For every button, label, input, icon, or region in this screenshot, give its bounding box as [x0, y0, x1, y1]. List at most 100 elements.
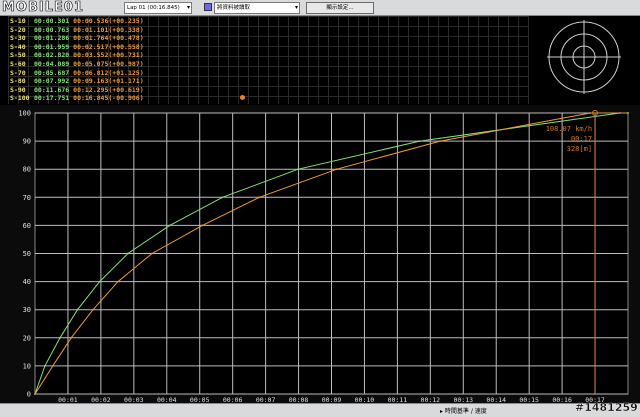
x-tick-label: 00:04	[157, 396, 177, 403]
cursor-readout: 328[m]	[567, 145, 592, 153]
sector-label: S-70	[10, 68, 26, 77]
series-point	[221, 196, 224, 199]
series-point	[76, 308, 79, 311]
cursor-readout: 00:17	[571, 135, 592, 143]
series-point	[418, 140, 421, 142]
sector-delta: (+00.731)	[108, 51, 144, 60]
sector-time-a: 00:17.751	[34, 94, 70, 103]
y-tick-labels: 0 10 20 30 40 50 60 70 80 90 100	[18, 110, 31, 399]
series-point	[439, 140, 442, 142]
sector-time-a: 00:02.820	[34, 51, 70, 60]
lap-select[interactable]: Lap 01 (00:16.845) ▾	[124, 2, 192, 14]
x-tick-label: 00:11	[388, 396, 408, 403]
sector-time-b: 00:03.552	[73, 51, 109, 60]
y-tick-label: 70	[23, 194, 31, 202]
sector-label: S-30	[10, 34, 26, 43]
sector-label: S-20	[10, 25, 26, 34]
sector-time-a: 00:00.763	[34, 25, 70, 34]
mobile01-logo: MOBILE01	[2, 0, 84, 15]
sector-label: S-80	[10, 77, 26, 86]
y-tick-label: 60	[23, 222, 31, 230]
sector-time-b: 00:01.764	[73, 34, 109, 43]
sector-label: S-50	[10, 51, 26, 60]
sector-row: S-100 00:17.751 00:16.845(-00.906)	[10, 94, 144, 103]
data-select[interactable]: 將資料被讀取 ▾	[214, 2, 300, 14]
sector-time-b: 00:09.163	[73, 77, 109, 86]
sector-row: S-10 00:00.301 00:00.536(+00.235)	[10, 17, 144, 26]
y-tick-label: 90	[23, 138, 31, 146]
gps-crosshair-icon	[547, 20, 621, 94]
y-tick-label: 40	[23, 278, 31, 286]
sector-row: S-70 00:05.687 00:06.812(+01.125)	[10, 69, 144, 78]
y-tick-label: 50	[23, 250, 31, 258]
sector-row: S-30 00:01.286 00:01.764(+00.478)	[10, 34, 144, 43]
sector-time-a: 00:07.992	[34, 77, 70, 86]
sector-time-a: 00:01.286	[34, 34, 70, 43]
position-marker-icon	[240, 95, 245, 100]
series-point	[70, 336, 73, 339]
x-tick-label: 00:10	[355, 396, 375, 403]
x-tick-label: 00:16	[552, 396, 572, 403]
y-tick-label: 100	[18, 110, 31, 118]
sector-row: S-50 00:02.820 00:03.552(+00.731)	[10, 51, 144, 60]
sector-label: S-90	[10, 85, 26, 94]
x-tick-label: 00:05	[190, 396, 210, 403]
sector-delta: (+00.987)	[108, 59, 144, 68]
series-point	[297, 168, 300, 171]
sector-time-b: 00:01.101	[73, 25, 109, 34]
y-tick-label: 80	[23, 166, 31, 174]
series-point	[34, 393, 36, 395]
sector-delta: (+01.125)	[108, 68, 144, 77]
data-select-value: 將資料被讀取	[217, 5, 251, 11]
series-point	[43, 365, 46, 367]
sector-delta: (+01.171)	[108, 77, 144, 86]
chevron-down-icon: ▾	[294, 4, 298, 11]
series-point	[627, 112, 629, 114]
series-point	[127, 252, 129, 255]
speed-time-chart[interactable]: 0102030405060708090100 00:01 00:02 00:03 00…	[0, 105, 640, 403]
series-point	[258, 196, 261, 199]
sector-row: S-20 00:00.763 00:01.101(+00.338)	[10, 26, 144, 35]
sector-table: S-10 00:00.301 00:00.536(+00.235) S-20 00:0…	[10, 17, 144, 103]
sector-time-b: 00:05.075	[73, 59, 109, 68]
sector-time-a: 00:04.089	[34, 59, 70, 68]
sector-delta: (+00.235)	[108, 17, 144, 25]
y-tick-label: 30	[23, 306, 31, 314]
x-tick-label: 00:13	[453, 396, 473, 403]
toolbar: MOBILE01 Lap 01 (00:16.845) ▾ 將資料被讀取 ▾ 顯…	[0, 0, 640, 16]
x-tick-label: 00:02	[91, 396, 111, 403]
series-point	[51, 365, 54, 367]
watermark: #1481259	[575, 401, 638, 414]
x-tick-label: 00:07	[256, 396, 276, 403]
x-tick-label: 00:15	[519, 396, 539, 403]
display-settings-button[interactable]: 顯示設定...	[306, 2, 374, 14]
sector-time-a: 00:01.959	[34, 42, 70, 51]
sector-time-b: 00:06.812	[73, 68, 109, 77]
sector-label: S-40	[10, 42, 26, 51]
series-point	[117, 280, 119, 283]
data-color-swatch	[204, 3, 212, 11]
series-point	[335, 168, 338, 171]
sector-delta: (+00.478)	[108, 34, 144, 43]
chevron-down-icon: ▾	[186, 4, 190, 11]
sector-delta: (-00.906)	[108, 94, 144, 103]
axis-mode-label[interactable]: ▸ 時間基準 / 速度	[440, 406, 487, 415]
sector-time-b: 00:12.295	[73, 85, 109, 94]
series-point	[168, 224, 171, 227]
lap-select-value: Lap 01 (00:16.845)	[127, 5, 180, 11]
sector-label: S-60	[10, 59, 26, 68]
series-point	[201, 224, 204, 227]
y-tick-label: 10	[23, 362, 31, 370]
sector-time-a: 00:05.687	[34, 68, 70, 77]
x-tick-labels: 00:01 00:02 00:03 00:04 00:05 00:06 00:07 00:08…	[58, 396, 605, 403]
sector-delta: (+00.338)	[108, 25, 144, 34]
series-point	[59, 336, 61, 339]
sector-label: S-10	[10, 17, 26, 25]
series-point	[589, 112, 592, 114]
x-tick-label: 00:01	[58, 396, 78, 403]
status-bar: ▸ 時間基準 / 速度	[0, 403, 640, 417]
y-tick-label: 20	[23, 334, 31, 342]
x-tick-label: 00:03	[124, 396, 144, 403]
sector-label: S-100	[10, 94, 30, 103]
x-tick-label: 00:09	[322, 396, 342, 403]
